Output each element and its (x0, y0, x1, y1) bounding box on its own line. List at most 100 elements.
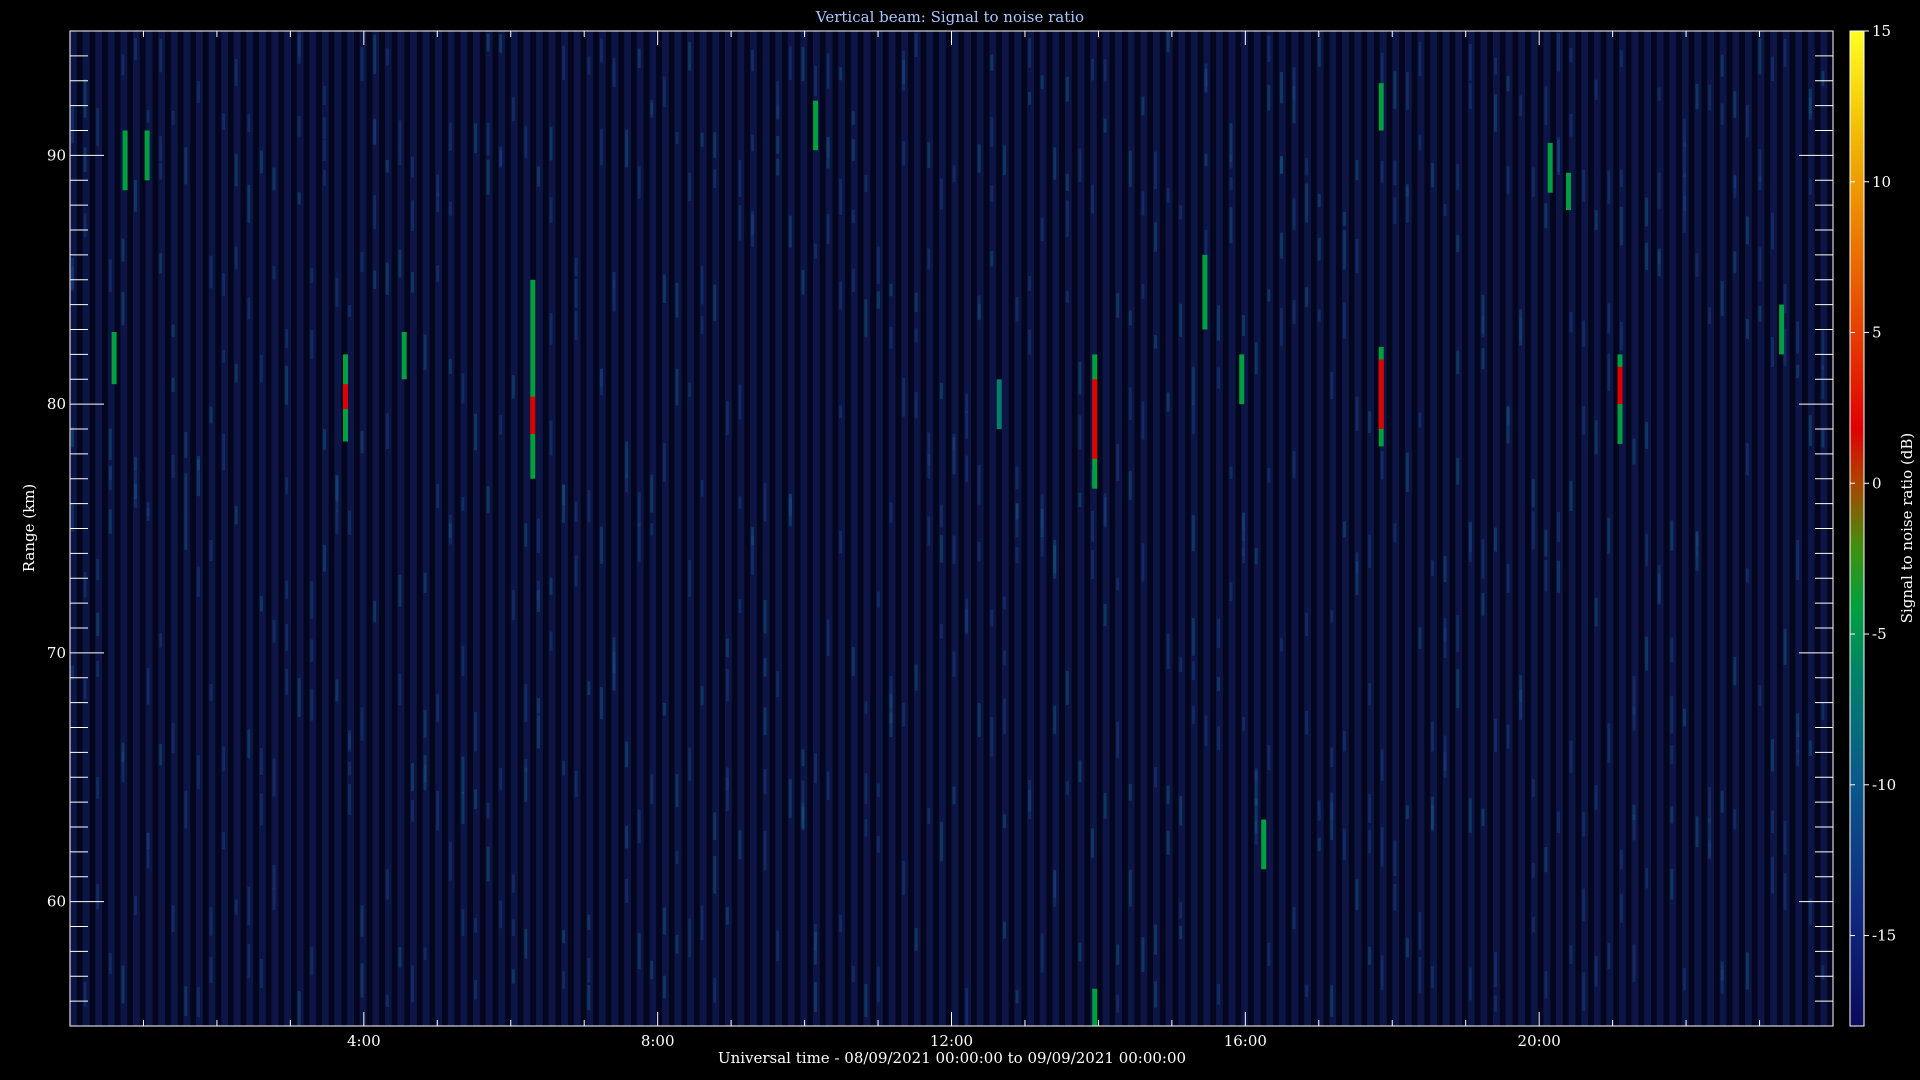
noise-speckle (1204, 153, 1208, 166)
noise-speckle (1317, 37, 1321, 67)
column-gap (379, 31, 385, 1026)
noise-speckle (1217, 618, 1220, 648)
noise-speckle (939, 535, 943, 563)
noise-speckle (1771, 56, 1774, 82)
noise-speckle (385, 262, 389, 295)
noise-speckle (549, 577, 553, 595)
noise-speckle (650, 474, 654, 513)
noise-speckle (285, 668, 289, 695)
noise-speckle (688, 172, 692, 201)
noise-speckle (1292, 197, 1296, 230)
noise-speckle (1128, 471, 1132, 500)
noise-speckle (1267, 35, 1271, 62)
noise-speckle (1582, 811, 1586, 837)
noise-speckle (1128, 150, 1132, 187)
noise-speckle (247, 184, 251, 223)
noise-speckle (1204, 63, 1208, 91)
noise-speckle (1645, 867, 1649, 889)
snr-feature (111, 332, 117, 385)
noise-speckle (587, 984, 591, 1011)
noise-speckle (965, 988, 969, 1026)
noise-speckle (209, 406, 213, 424)
noise-speckle (385, 160, 389, 173)
noise-speckle (1569, 480, 1573, 512)
noise-speckle (1292, 67, 1296, 100)
column-gap (1021, 31, 1028, 1026)
noise-speckle (1166, 831, 1170, 855)
noise-speckle (1380, 826, 1384, 867)
noise-speckle (927, 516, 931, 546)
column-gap (819, 31, 826, 1026)
snr-feature (1092, 379, 1098, 459)
column-gap (1399, 31, 1405, 1026)
noise-speckle (876, 966, 880, 1003)
noise-speckle (725, 668, 729, 702)
noise-speckle (1531, 916, 1535, 933)
noise-speckle (1821, 330, 1825, 370)
noise-speckle (373, 195, 377, 230)
column-gap (895, 31, 902, 1026)
noise-speckle (1305, 984, 1309, 997)
noise-speckle (839, 914, 843, 933)
noise-speckle (839, 530, 843, 554)
noise-speckle (1091, 549, 1094, 579)
noise-speckle (562, 930, 566, 943)
noise-speckle (1380, 955, 1384, 990)
column-gap (857, 31, 864, 1026)
noise-speckle (1242, 315, 1246, 337)
column-gap (1701, 31, 1708, 1026)
noise-speckle (1254, 768, 1258, 781)
snr-feature (996, 379, 1002, 430)
noise-speckle (738, 384, 742, 420)
snr-feature (530, 396, 536, 434)
noise-speckle (1569, 740, 1573, 773)
noise-speckle (259, 150, 263, 174)
noise-speckle (1078, 760, 1082, 783)
noise-speckle (511, 969, 515, 984)
column-gap (958, 31, 965, 1026)
noise-speckle (1796, 540, 1800, 581)
noise-speckle (209, 540, 213, 561)
noise-speckle (297, 991, 301, 1026)
noise-speckle (1796, 364, 1800, 379)
column-gap (1474, 31, 1481, 1026)
noise-speckle (889, 502, 893, 523)
noise-speckle (209, 956, 213, 984)
noise-speckle (171, 905, 175, 933)
noise-speckle (1015, 990, 1019, 1004)
noise-speckle (826, 213, 830, 245)
noise-speckle (1191, 366, 1195, 406)
snr-feature (813, 100, 819, 151)
column-gap (744, 31, 750, 1026)
noise-speckle (1191, 515, 1195, 552)
colorbar-tick-label: -10 (1872, 776, 1896, 794)
noise-speckle (977, 465, 981, 505)
noise-speckle (1431, 163, 1434, 188)
noise-speckle (1481, 593, 1485, 616)
noise-speckle (1305, 183, 1309, 223)
snr-feature (1566, 172, 1571, 211)
noise-speckle (1808, 178, 1812, 195)
noise-speckle (562, 45, 566, 80)
noise-speckle (423, 947, 427, 960)
noise-speckle (398, 575, 402, 607)
noise-speckle (587, 914, 591, 930)
noise-speckle (1506, 76, 1510, 92)
noise-speckle (1393, 840, 1397, 876)
noise-speckle (1494, 718, 1497, 753)
noise-speckle (1594, 956, 1598, 987)
noise-speckle (990, 185, 994, 202)
noise-speckle (83, 79, 87, 118)
noise-speckle (159, 633, 163, 648)
column-gap (908, 31, 914, 1026)
snr-feature (1261, 819, 1267, 870)
noise-speckle (1116, 994, 1120, 1013)
noise-speckle (1544, 970, 1548, 999)
noise-speckle (1607, 353, 1611, 392)
column-gap (416, 31, 423, 1026)
noise-speckle (939, 821, 943, 862)
noise-speckle (536, 698, 540, 714)
noise-speckle (1506, 406, 1510, 444)
column-gap (505, 31, 511, 1026)
noise-speckle (1456, 350, 1460, 375)
